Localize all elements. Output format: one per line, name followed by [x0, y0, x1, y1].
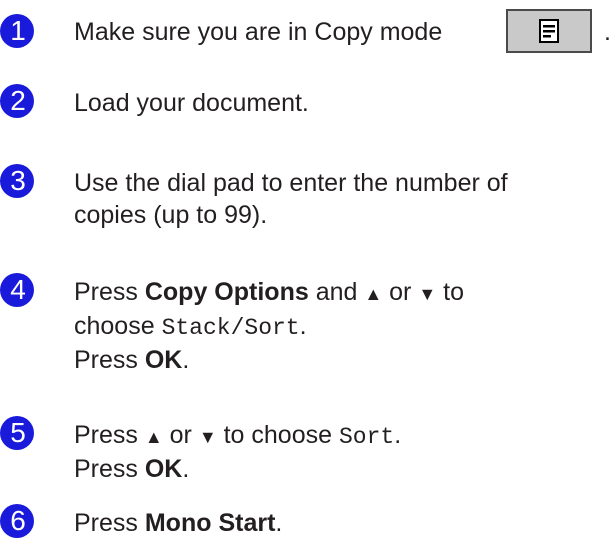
copy-options-label: Copy Options	[144, 278, 309, 306]
step-number-badge: 1	[0, 14, 34, 48]
step-5-line-2: Press OK.	[74, 453, 401, 485]
step-4-line-3: Press OK.	[74, 344, 464, 376]
step-text: Load your document.	[74, 87, 309, 119]
copy-mode-icon	[539, 19, 559, 43]
step-3-line-2: copies (up to 99).	[74, 201, 268, 229]
ok-label: OK	[144, 346, 183, 374]
text-or: or	[169, 421, 192, 449]
step-4: 4 Press Copy Options and ▲ or ▼ to choos…	[0, 273, 612, 383]
step-3-line-1: Use the dial pad to enter the number of	[74, 169, 508, 197]
text-period: .	[394, 421, 402, 449]
sort-option: Sort	[338, 424, 395, 450]
step-number-badge: 6	[0, 504, 34, 538]
text-period: .	[275, 509, 283, 537]
text-period: .	[299, 312, 307, 340]
step-text: Press ▲ or ▼ to choose Sort. Press OK.	[74, 419, 401, 485]
copy-mode-button[interactable]	[506, 9, 592, 53]
step-1-text: Make sure you are in Copy mode	[74, 18, 443, 46]
step-number-badge: 2	[0, 84, 34, 118]
step-text: Press Copy Options and ▲ or ▼ to choose …	[74, 276, 464, 376]
ok-label: OK	[144, 455, 183, 483]
text-press: Press	[74, 346, 138, 374]
step-6: 6 Press Mono Start.	[0, 504, 612, 540]
down-arrow-icon: ▼	[198, 427, 217, 447]
step-number-badge: 3	[0, 164, 34, 198]
text-press: Press	[74, 509, 138, 537]
step-1: 1 Make sure you are in Copy mode .	[0, 9, 612, 60]
step-4-line-1: Press Copy Options and ▲ or ▼ to	[74, 276, 464, 310]
up-arrow-icon: ▲	[364, 284, 383, 304]
text-choose: choose	[74, 312, 155, 340]
step-3: 3 Use the dial pad to enter the number o…	[0, 164, 612, 238]
stack-sort-option: Stack/Sort	[161, 315, 300, 341]
step-4-line-2: choose Stack/Sort.	[74, 310, 464, 344]
step-5-line-1: Press ▲ or ▼ to choose Sort.	[74, 419, 401, 453]
text-press: Press	[74, 455, 138, 483]
text-or: or	[389, 278, 412, 306]
step-2-text: Load your document.	[74, 89, 309, 117]
text-and: and	[315, 278, 358, 306]
step-text: Make sure you are in Copy mode	[74, 16, 442, 48]
step-number-badge: 5	[0, 416, 34, 450]
text-press: Press	[74, 421, 138, 449]
down-arrow-icon: ▼	[418, 284, 437, 304]
step-2: 2 Load your document.	[0, 84, 612, 124]
text-to: to	[443, 278, 464, 306]
step-5: 5 Press ▲ or ▼ to choose Sort. Press OK.	[0, 416, 612, 490]
up-arrow-icon: ▲	[144, 427, 163, 447]
text-period: .	[182, 346, 190, 374]
step-number-badge: 4	[0, 273, 34, 307]
text-period: .	[182, 455, 190, 483]
step-text: Use the dial pad to enter the number of …	[74, 167, 508, 231]
step-text: Press Mono Start.	[74, 507, 282, 539]
text-press: Press	[74, 278, 138, 306]
text-to-choose: to choose	[223, 421, 333, 449]
step-1-period: .	[604, 18, 611, 46]
mono-start-label: Mono Start	[144, 509, 276, 537]
